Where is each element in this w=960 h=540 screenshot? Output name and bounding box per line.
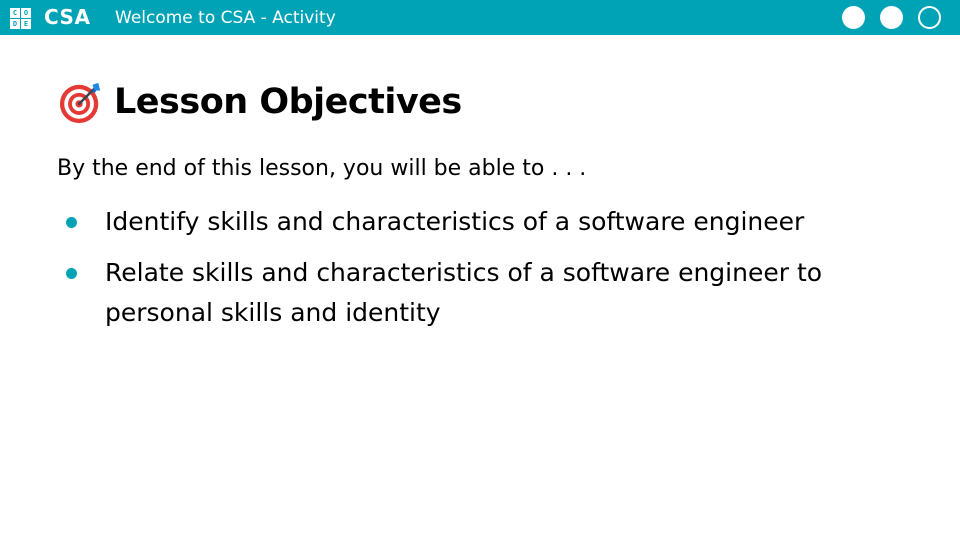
top-bar: C O D E CSA Welcome to CSA - Activity: [0, 0, 960, 35]
progress-dot-3: [918, 6, 941, 29]
logo-letter: E: [21, 19, 31, 29]
slide-heading: Lesson Objectives: [58, 78, 462, 126]
bullet-icon: [66, 268, 77, 279]
objective-text: Relate skills and characteristics of a s…: [105, 258, 823, 327]
objectives-list: Identify skills and characteristics of a…: [62, 202, 922, 344]
progress-dot-2: [880, 6, 903, 29]
list-item: Relate skills and characteristics of a s…: [62, 253, 922, 333]
logo-letter: O: [21, 8, 31, 18]
progress-dot-1: [842, 6, 865, 29]
page-title: Lesson Objectives: [114, 82, 462, 122]
bullet-icon: [66, 217, 77, 228]
code-logo-icon: C O D E: [10, 8, 31, 29]
intro-text: By the end of this lesson, you will be a…: [57, 156, 587, 181]
deck-title: Welcome to CSA - Activity: [115, 8, 336, 28]
logo-letter: C: [10, 8, 20, 18]
brand-name: CSA: [44, 5, 91, 29]
logo-letter: D: [10, 19, 20, 29]
objective-text: Identify skills and characteristics of a…: [105, 207, 805, 236]
list-item: Identify skills and characteristics of a…: [62, 202, 922, 242]
target-icon: [59, 82, 101, 124]
